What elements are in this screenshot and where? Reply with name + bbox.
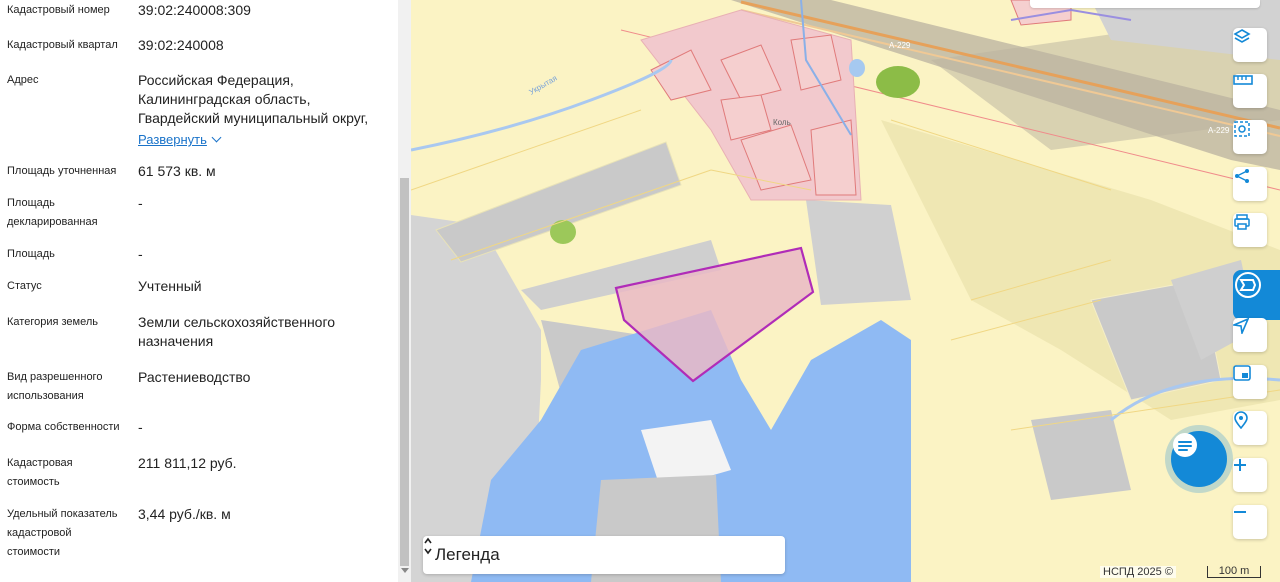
row-value: - [138,246,143,262]
map-view[interactable]: А-229 А-229 Коль Укрытая Легенда НСПД 20… [411,0,1280,582]
zoom-out-icon [1234,511,1246,513]
tree-patch [876,66,920,98]
row-label: Площадь декларированная [7,194,129,232]
ruler-icon [1233,75,1253,85]
label-line: использования [7,390,84,402]
service-icon [1235,272,1261,298]
scale-bar: 100 m [1207,566,1261,578]
info-panel: Кадастровый номер 39:02:240008:309 Кадас… [0,0,398,582]
select-area-icon [1234,121,1250,137]
label-line: декларированная [7,216,98,228]
row-label: Площадь [7,248,55,260]
expand-collapse-icon[interactable] [423,536,433,556]
road-label-2: А-229 [1208,126,1230,135]
row-value: Земли сельскохозяйственного назначения [138,313,388,351]
label-line: Кадастровая [7,457,73,469]
row-value: 3,44 руб./кв. м [138,506,231,522]
row-value: 39:02:240008:309 [138,2,251,18]
scroll-down-arrow-icon[interactable] [401,568,409,573]
geo-pin-icon [1234,411,1248,429]
zoom-out-button[interactable] [1233,505,1267,539]
row-value: 61 573 кв. м [138,163,216,179]
share-icon [1235,169,1249,183]
print-button[interactable] [1233,213,1267,247]
address-line: Калининградская область, [138,91,311,107]
tree-patch [550,220,576,244]
map-area-grey [806,200,911,305]
row-value: - [138,195,143,211]
minimap-icon [1233,365,1251,381]
value-line: Земли сельскохозяйственного [138,314,336,330]
label-line: стоимости [7,546,61,558]
row-label: Вид разрешенного использования [7,368,129,406]
attribution: НСПД 2025 © [1100,566,1176,578]
row-label: Площадь уточненная [7,165,117,177]
expand-link-label[interactable]: Развернуть [138,132,207,147]
row-value: Российская Федерация, Калининградская об… [138,71,388,149]
pond [849,59,865,77]
value-line: назначения [138,333,214,349]
legend-panel[interactable]: Легенда [423,536,785,574]
stream-label: Укрытая [528,74,559,97]
print-icon [1234,214,1250,230]
ruler-button[interactable] [1233,74,1267,108]
address-line: Гвардейский муниципальный округ, [138,110,369,126]
row-label: Статус [7,280,42,292]
map-area-grey [435,141,682,263]
search-bar-edge[interactable] [1030,0,1260,8]
scrollbar-thumb[interactable] [400,178,409,566]
address-line: Российская Федерация, [138,72,294,88]
map-canvas: А-229 А-229 Коль Укрытая [411,0,1280,582]
row-value: Растениеводство [138,369,251,385]
legend-title: Легенда [435,545,500,564]
layers-button[interactable] [1233,28,1267,62]
row-label: Форма собственности [7,421,120,433]
chevron-down-icon[interactable] [211,132,222,143]
label-line: Вид разрешенного [7,371,103,383]
chat-button[interactable] [1171,431,1227,487]
expand-link[interactable]: Развернуть [138,130,388,149]
row-value: 39:02:240008 [138,37,224,53]
zoom-in-button[interactable] [1233,458,1267,492]
stream [411,59,673,152]
label-line: кадастровой [7,527,72,539]
select-area-button[interactable] [1233,120,1267,154]
zoom-in-icon [1234,459,1246,471]
map-area-grey [1031,410,1131,500]
service-button[interactable] [1233,270,1280,320]
row-label: Кадастровый номер [7,4,110,16]
row-label: Категория земель [7,316,98,328]
row-value: Учтенный [138,278,202,294]
row-value: - [138,419,143,435]
geo-pin-button[interactable] [1233,411,1267,445]
minimap-button[interactable] [1233,365,1267,399]
village-label: Коль [773,118,791,127]
chat-icon [1173,433,1197,457]
locate-icon [1233,318,1249,334]
label-line: Удельный показатель [7,508,118,520]
row-label: Кадастровая стоимость [7,454,129,492]
share-button[interactable] [1233,167,1267,201]
row-label: Кадастровый квартал [7,39,118,51]
label-line: стоимость [7,476,60,488]
label-line: Площадь [7,197,55,209]
row-value: 211 811,12 руб. [138,455,237,471]
layers-icon [1233,29,1251,43]
row-label: Удельный показатель кадастровой стоимост… [7,505,129,562]
road-label-1: А-229 [889,41,911,50]
locate-button[interactable] [1233,318,1267,352]
row-label: Адрес [7,74,39,86]
